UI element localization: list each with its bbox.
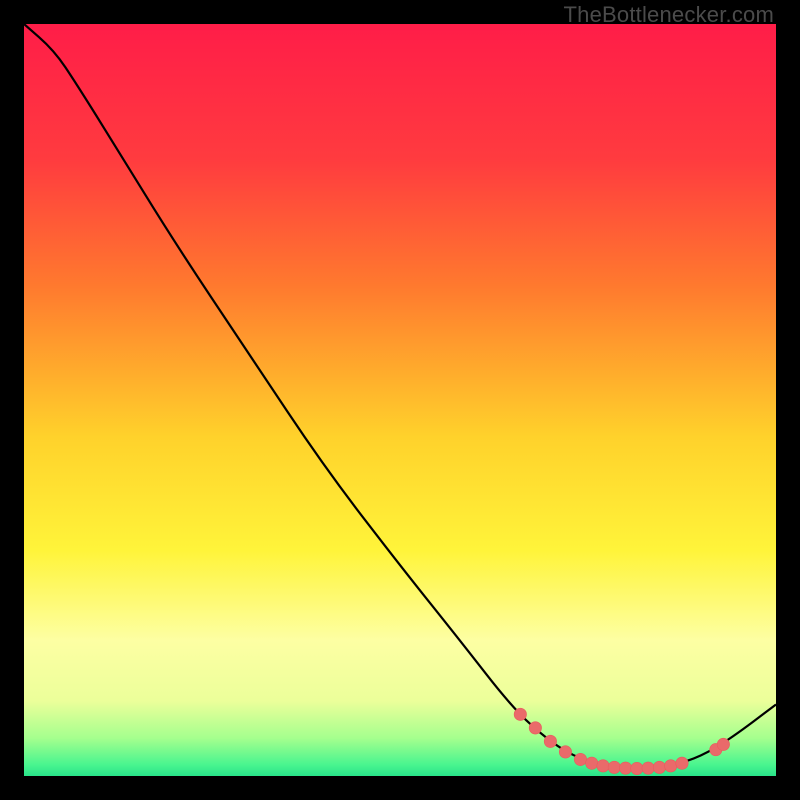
data-marker (597, 760, 609, 772)
data-marker (642, 762, 654, 774)
data-marker (619, 762, 631, 774)
data-marker (544, 735, 556, 747)
data-marker (665, 760, 677, 772)
data-marker (608, 761, 620, 773)
data-marker (514, 708, 526, 720)
gradient-background (24, 24, 776, 776)
data-marker (631, 762, 643, 774)
bottleneck-chart (24, 24, 776, 776)
data-marker (574, 753, 586, 765)
data-marker (676, 757, 688, 769)
data-marker (717, 738, 729, 750)
data-marker (653, 761, 665, 773)
chart-frame (24, 24, 776, 776)
data-marker (586, 757, 598, 769)
data-marker (559, 746, 571, 758)
data-marker (529, 722, 541, 734)
